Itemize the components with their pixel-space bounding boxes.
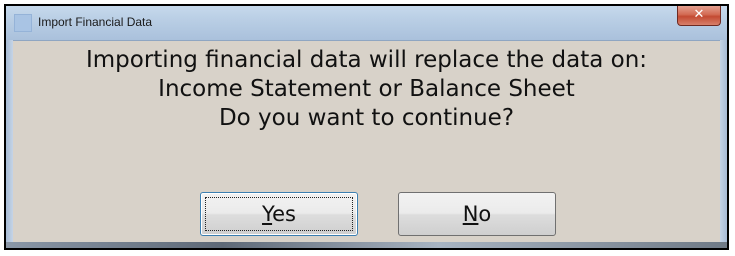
- window-title: Import Financial Data: [38, 15, 153, 29]
- dialog-message: Importing financial data will replace th…: [13, 46, 720, 133]
- dialog-window: Import Financial Data ✕ Importing financ…: [4, 4, 729, 250]
- message-line-3: Do you want to continue?: [218, 105, 515, 131]
- message-line-2: Income Statement or Balance Sheet: [158, 76, 575, 102]
- yes-button-label: es: [272, 202, 296, 226]
- no-button[interactable]: No: [398, 192, 556, 236]
- title-bar[interactable]: Import Financial Data ✕: [6, 6, 727, 41]
- yes-button-mnemonic: Y: [262, 202, 273, 226]
- yes-button[interactable]: Yes: [200, 192, 358, 236]
- close-button[interactable]: ✕: [677, 6, 721, 26]
- no-button-mnemonic: N: [462, 202, 479, 226]
- window-bottom-edge: [6, 242, 727, 248]
- window-left-edge: [6, 40, 13, 248]
- message-line-1: Importing financial data will replace th…: [85, 47, 648, 73]
- close-icon: ✕: [693, 7, 705, 22]
- window-right-edge: [720, 40, 727, 248]
- no-button-label: o: [478, 202, 492, 226]
- app-icon: [14, 14, 32, 32]
